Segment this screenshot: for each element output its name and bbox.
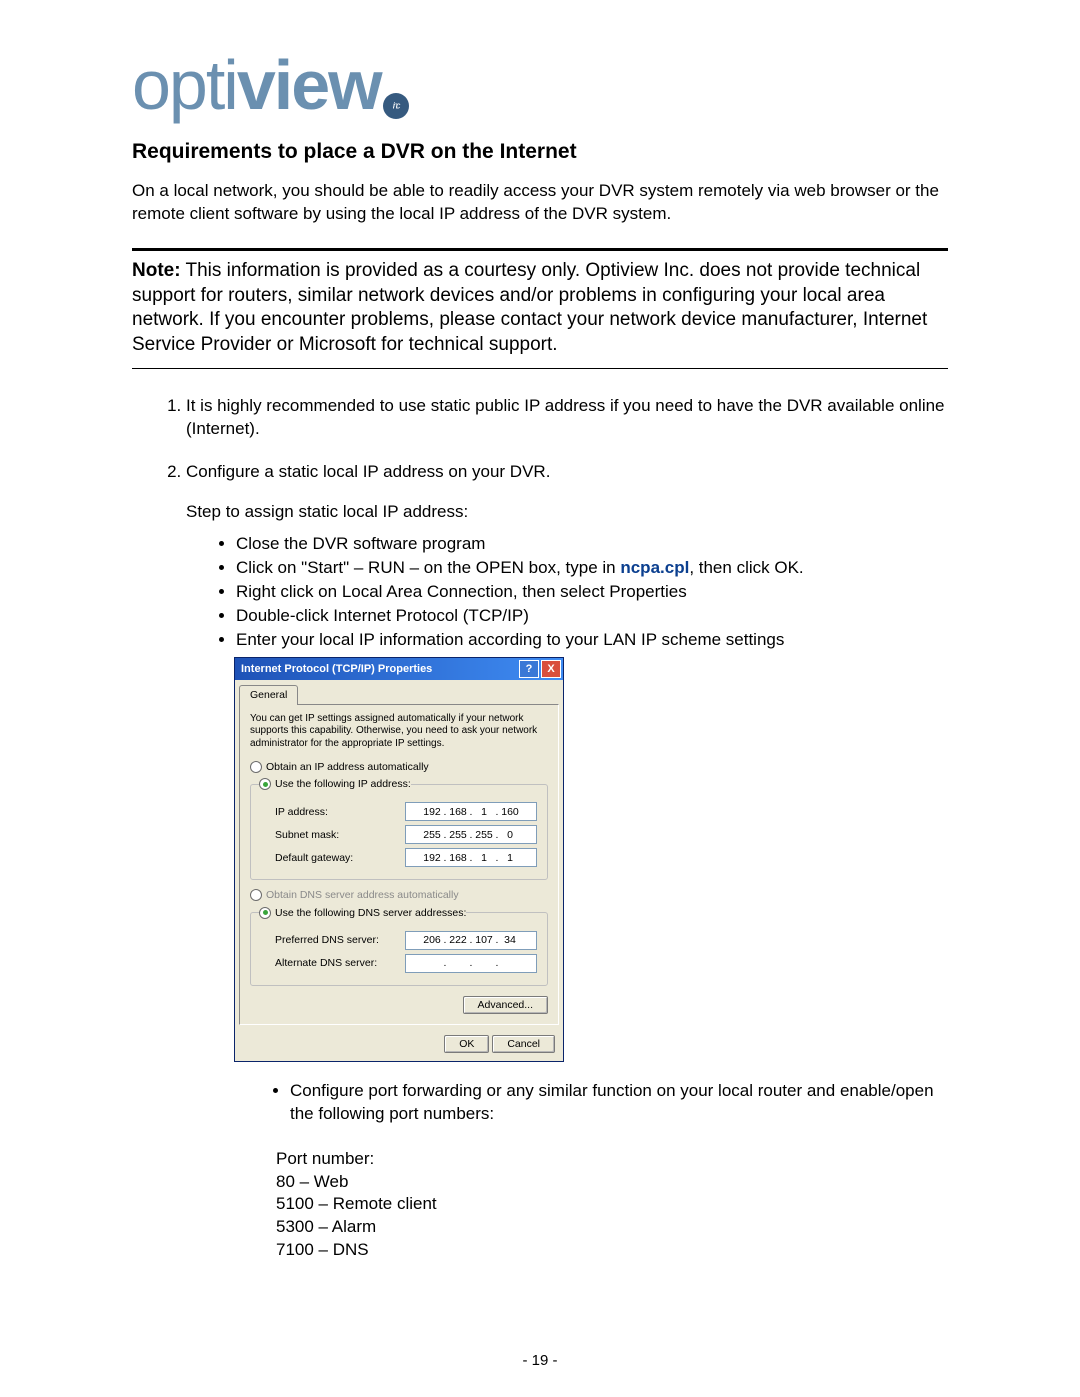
step-2-text: Configure a static local IP address on y… <box>186 462 550 481</box>
radio-auto-dns: Obtain DNS server address automatically <box>250 888 548 902</box>
note-label: Note: <box>132 260 181 281</box>
step-2: Configure a static local IP address on y… <box>186 461 948 1263</box>
post-bullets: Configure port forwarding or any similar… <box>186 1080 948 1126</box>
field-pdns[interactable]: 206.222.107.34 <box>405 931 537 950</box>
logo-badge: inc <box>383 60 409 130</box>
radio-use-ip[interactable]: Use the following IP address: <box>259 777 411 791</box>
ok-button[interactable]: OK <box>444 1035 489 1053</box>
field-gateway[interactable]: 192.168.1.1 <box>405 848 537 867</box>
radio-auto-ip[interactable]: Obtain an IP address automatically <box>250 760 548 774</box>
row-ip: IP address: 192.168.1.160 <box>259 802 539 821</box>
dialog-buttons: OK Cancel <box>235 1029 563 1061</box>
note-body: This information is provided as a courte… <box>132 260 927 355</box>
row-gateway: Default gateway: 192.168.1.1 <box>259 848 539 867</box>
radio-icon <box>250 889 262 901</box>
row-pdns: Preferred DNS server: 206.222.107.34 <box>259 931 539 950</box>
document-page: optiviewinc Requirements to place a DVR … <box>0 0 1080 1397</box>
field-ip[interactable]: 192.168.1.160 <box>405 802 537 821</box>
page-title: Requirements to place a DVR on the Inter… <box>132 140 948 164</box>
label-mask: Subnet mask: <box>259 828 405 842</box>
substep-4: Double-click Internet Protocol (TCP/IP) <box>236 604 948 628</box>
help-icon[interactable]: ? <box>519 660 539 678</box>
cancel-button[interactable]: Cancel <box>492 1035 555 1053</box>
port-5100: 5100 – Remote client <box>276 1193 948 1216</box>
post-bullet-1: Configure port forwarding or any similar… <box>290 1080 948 1126</box>
radio-selected-icon <box>259 907 271 919</box>
close-icon[interactable]: X <box>541 660 561 678</box>
port-7100: 7100 – DNS <box>276 1239 948 1262</box>
substep-1: Close the DVR software program <box>236 532 948 556</box>
brand-logo: optiviewinc <box>132 50 948 120</box>
radio-use-dns[interactable]: Use the following DNS server addresses: <box>259 906 466 920</box>
tcpip-dialog: Internet Protocol (TCP/IP) Properties ? … <box>234 657 564 1061</box>
substeps-list: Close the DVR software program Click on … <box>186 532 948 651</box>
step-2-subhead: Step to assign static local IP address: <box>186 501 948 524</box>
port-80: 80 – Web <box>276 1171 948 1194</box>
dialog-description: You can get IP settings assigned automat… <box>250 713 548 751</box>
port-list: Port number: 80 – Web 5100 – Remote clie… <box>276 1148 948 1263</box>
steps-list: It is highly recommended to use static p… <box>132 395 948 1263</box>
substep-5: Enter your local IP information accordin… <box>236 628 948 652</box>
logo-text-light: opti <box>132 46 237 124</box>
step-1: It is highly recommended to use static p… <box>186 395 948 441</box>
tab-row: General <box>235 680 563 703</box>
port-5300: 5300 – Alarm <box>276 1216 948 1239</box>
dialog-title: Internet Protocol (TCP/IP) Properties <box>241 662 432 677</box>
advanced-button[interactable]: Advanced... <box>463 996 548 1014</box>
row-mask: Subnet mask: 255.255.255.0 <box>259 825 539 844</box>
tab-body: You can get IP settings assigned automat… <box>239 704 559 1025</box>
dialog-titlebar[interactable]: Internet Protocol (TCP/IP) Properties ? … <box>235 658 563 680</box>
intro-paragraph: On a local network, you should be able t… <box>132 180 948 226</box>
radio-selected-icon <box>259 778 271 790</box>
command-text: ncpa.cpl <box>620 558 689 577</box>
label-ip: IP address: <box>259 805 405 819</box>
ports-header: Port number: <box>276 1148 948 1171</box>
dns-group: Use the following DNS server addresses: … <box>250 906 548 986</box>
logo-text-bold: view <box>237 46 381 124</box>
label-pdns: Preferred DNS server: <box>259 933 405 947</box>
substep-3: Right click on Local Area Connection, th… <box>236 580 948 604</box>
note-box: Note: This information is provided as a … <box>132 248 948 369</box>
field-adns[interactable]: ... <box>405 954 537 973</box>
label-gateway: Default gateway: <box>259 851 405 865</box>
substep-2: Click on "Start" – RUN – on the OPEN box… <box>236 556 948 580</box>
field-mask[interactable]: 255.255.255.0 <box>405 825 537 844</box>
row-adns: Alternate DNS server: ... <box>259 954 539 973</box>
page-number: - 19 - <box>0 1352 1080 1369</box>
tab-general[interactable]: General <box>239 685 298 704</box>
ip-group: Use the following IP address: IP address… <box>250 777 548 880</box>
label-adns: Alternate DNS server: <box>259 956 405 970</box>
radio-icon <box>250 761 262 773</box>
